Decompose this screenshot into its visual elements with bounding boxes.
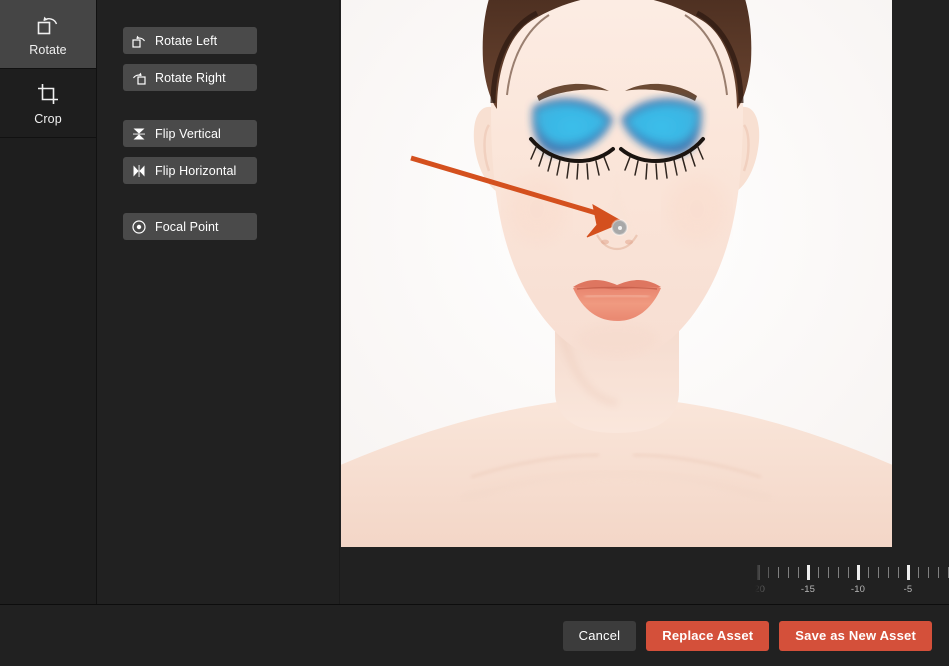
ruler-tick [848, 567, 849, 578]
rotation-slider[interactable]: -20-15-10-505101520 [755, 558, 949, 602]
rotate-left-icon [131, 33, 147, 49]
flip-vertical-button[interactable]: Flip Vertical [123, 120, 257, 147]
ruler-tick [878, 567, 879, 578]
ruler-tick [757, 565, 760, 580]
tool-group-divider [98, 101, 339, 120]
rotate-right-button[interactable]: Rotate Right [123, 64, 257, 91]
ruler-tick [928, 567, 929, 578]
rail-empty-space [0, 138, 96, 604]
sidebar-item-rotate[interactable]: Rotate [0, 0, 96, 69]
rotate-right-label: Rotate Right [155, 70, 226, 85]
crop-icon [35, 81, 61, 107]
ruler-tick [938, 567, 939, 578]
save-as-new-asset-button[interactable]: Save as New Asset [779, 620, 932, 651]
flip-horizontal-label: Flip Horizontal [155, 163, 237, 178]
footer-action-bar: Cancel Replace Asset Save as New Asset [0, 604, 949, 666]
focal-point-marker[interactable] [612, 220, 627, 235]
flip-vertical-icon [131, 126, 147, 142]
ruler-tick [788, 567, 789, 578]
image-editor-window: Rotate Crop Rotate Left Rotate Right Fli… [0, 0, 949, 666]
sidebar-item-crop[interactable]: Crop [0, 69, 96, 138]
ruler-tick-label: -15 [800, 584, 816, 595]
ruler-tick-label: -5 [903, 584, 913, 595]
flip-horizontal-icon [131, 163, 147, 179]
ruler-tick [807, 565, 810, 580]
replace-asset-button[interactable]: Replace Asset [646, 620, 770, 651]
rotate-left-label: Rotate Left [155, 33, 218, 48]
ruler-tick [918, 567, 919, 578]
sidebar-item-crop-label: Crop [34, 111, 62, 126]
asset-image[interactable] [341, 0, 892, 547]
editor-mode-rail: Rotate Crop [0, 0, 97, 604]
ruler-tick [857, 565, 860, 580]
focal-point-button[interactable]: Focal Point [123, 213, 257, 240]
ruler-tick-label: -20 [755, 584, 766, 595]
ruler-tick [818, 567, 819, 578]
ruler-tick [868, 567, 869, 578]
tool-group-divider-2 [98, 194, 339, 213]
ruler-tick-label: -10 [850, 584, 866, 595]
rotate-left-button[interactable]: Rotate Left [123, 27, 257, 54]
ruler-tick [798, 567, 799, 578]
sidebar-item-rotate-label: Rotate [29, 42, 67, 57]
ruler-tick [907, 565, 910, 580]
ruler-tick [898, 567, 899, 578]
flip-horizontal-button[interactable]: Flip Horizontal [123, 157, 257, 184]
ruler-tick [828, 567, 829, 578]
ruler-tick [888, 567, 889, 578]
rotate-icon [35, 12, 61, 38]
canvas-stage: -20-15-10-505101520 [341, 0, 949, 604]
flip-vertical-label: Flip Vertical [155, 126, 221, 141]
rotate-right-icon [131, 70, 147, 86]
ruler-tick [838, 567, 839, 578]
focal-point-icon [131, 219, 147, 235]
cancel-button[interactable]: Cancel [562, 620, 637, 651]
ruler-tick [768, 567, 769, 578]
focal-point-label: Focal Point [155, 219, 219, 234]
tool-panel: Rotate Left Rotate Right Flip Vertical F… [98, 0, 340, 604]
rotation-slider-track[interactable]: -20-15-10-505101520 [755, 558, 949, 602]
ruler-tick [778, 567, 779, 578]
